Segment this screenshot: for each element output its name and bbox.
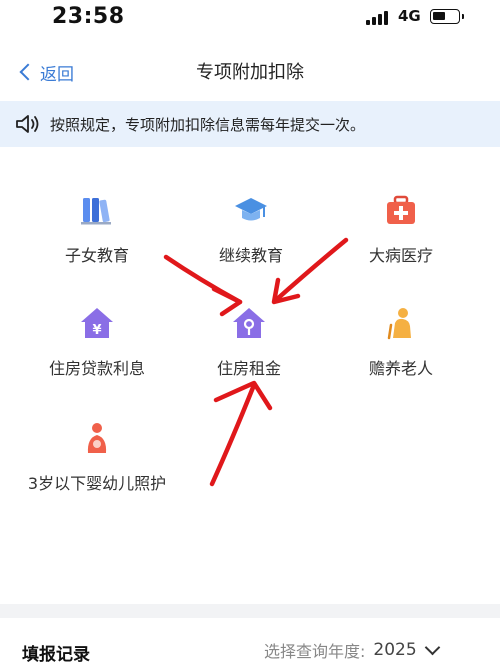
graduation-cap-icon bbox=[235, 198, 267, 221]
item-label: 继续教育 bbox=[218, 246, 283, 265]
item-label: 大病医疗 bbox=[368, 246, 433, 265]
section-divider bbox=[0, 604, 500, 618]
battery-tip bbox=[462, 14, 464, 19]
item-children-education[interactable]: 子女教育 bbox=[22, 192, 172, 270]
chevron-left-icon bbox=[19, 63, 37, 81]
item-serious-illness[interactable]: 大病医疗 bbox=[326, 192, 476, 270]
status-bar: 23:58 4G bbox=[0, 0, 500, 40]
chevron-down-icon bbox=[424, 639, 440, 655]
house-key-icon bbox=[233, 308, 265, 338]
back-label: 返回 bbox=[40, 64, 74, 85]
year-value: 2025 bbox=[373, 640, 417, 660]
speaker-icon bbox=[16, 115, 39, 133]
records-title: 填报记录 bbox=[22, 645, 90, 663]
house-yuan-icon: ¥ bbox=[81, 308, 113, 338]
notice-banner: 按照规定，专项附加扣除信息需每年提交一次。 bbox=[0, 101, 500, 147]
item-housing-rent[interactable]: 住房租金 bbox=[174, 305, 324, 383]
books-icon bbox=[81, 198, 111, 225]
year-label: 选择查询年度: bbox=[264, 642, 366, 661]
item-label: 赡养老人 bbox=[368, 359, 433, 378]
notice-text: 按照规定，专项附加扣除信息需每年提交一次。 bbox=[50, 115, 366, 134]
network-type: 4G bbox=[398, 7, 421, 25]
item-continuing-education[interactable]: 继续教育 bbox=[176, 192, 326, 270]
page-title: 专项附加扣除 bbox=[196, 62, 304, 83]
arrow-bottom bbox=[209, 382, 257, 487]
signal-icon bbox=[366, 9, 392, 25]
mother-baby-icon bbox=[87, 423, 107, 453]
svg-text:¥: ¥ bbox=[92, 323, 101, 338]
year-select[interactable]: 选择查询年度: 2025 bbox=[264, 638, 440, 662]
records-bar: 填报记录 选择查询年度: 2025 bbox=[0, 618, 500, 663]
battery-icon bbox=[430, 9, 460, 24]
item-label: 3岁以下婴幼儿照护 bbox=[27, 474, 167, 493]
item-label: 住房租金 bbox=[216, 359, 281, 378]
status-time: 23:58 bbox=[52, 4, 125, 29]
elderly-person-icon bbox=[387, 308, 411, 340]
medical-kit-icon bbox=[387, 195, 415, 224]
item-infant-care[interactable]: 3岁以下婴幼儿照护 bbox=[22, 420, 172, 498]
item-label: 子女教育 bbox=[64, 246, 129, 265]
nav-bar: 专项附加扣除 返回 bbox=[0, 44, 500, 100]
back-button[interactable]: 返回 bbox=[16, 58, 74, 86]
item-elderly-support[interactable]: 赡养老人 bbox=[326, 305, 476, 383]
item-housing-loan-interest[interactable]: ¥ 住房贷款利息 bbox=[22, 305, 172, 383]
item-label: 住房贷款利息 bbox=[48, 359, 145, 378]
